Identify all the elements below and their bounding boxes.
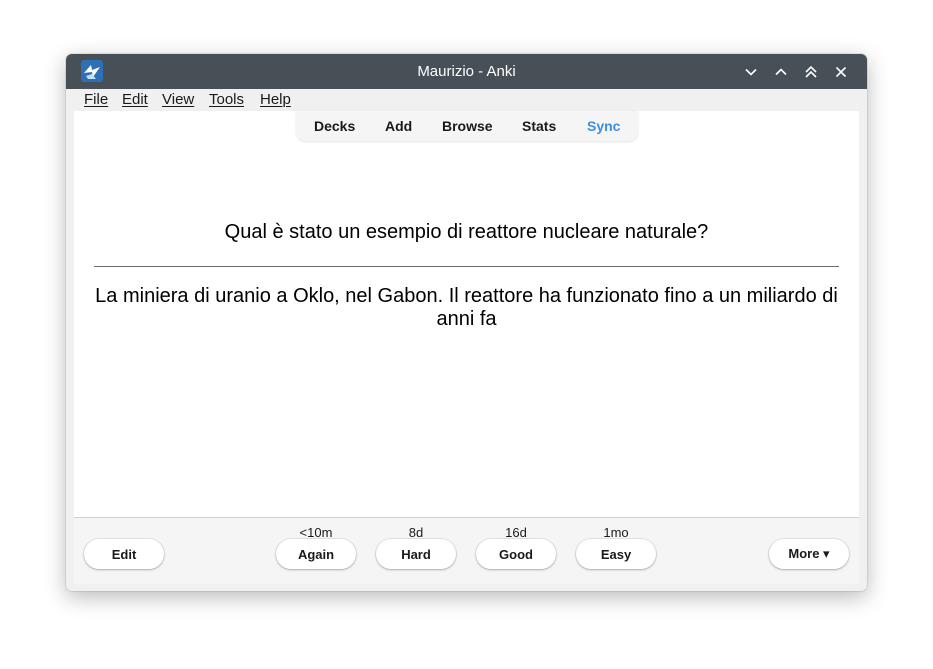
hard-interval: 8d (408, 525, 424, 540)
toolbar-browse[interactable]: Browse (442, 118, 493, 134)
easy-button[interactable]: Easy (576, 539, 656, 569)
reviewer-area: Decks Add Browse Stats Sync Qual è stato… (74, 111, 859, 517)
menu-file[interactable]: File (84, 91, 108, 108)
maximize-button[interactable] (770, 61, 792, 83)
keep-above-button[interactable] (800, 61, 822, 83)
chevron-up-icon (775, 68, 787, 76)
easy-interval: 1mo (603, 525, 629, 540)
chevron-down-icon (745, 68, 757, 76)
menu-view[interactable]: View (162, 91, 194, 108)
close-button[interactable] (830, 61, 852, 83)
title-bar[interactable]: Maurizio - Anki (66, 54, 867, 89)
toolbar-sync[interactable]: Sync (587, 118, 620, 134)
toolbar-decks[interactable]: Decks (314, 118, 355, 134)
menu-tools[interactable]: Tools (209, 91, 244, 108)
card-answer: La miniera di uranio a Oklo, nel Gabon. … (95, 285, 838, 330)
card-question: Qual è stato un esempio di reattore nucl… (224, 221, 709, 243)
toolbar-add[interactable]: Add (385, 118, 412, 134)
menu-help[interactable]: Help (260, 91, 291, 108)
good-interval: 16d (505, 525, 527, 540)
menu-bar: File Edit View Tools Help (66, 89, 867, 111)
edit-button[interactable]: Edit (84, 539, 164, 569)
main-toolbar: Decks Add Browse Stats Sync (296, 111, 638, 141)
minimize-button[interactable] (740, 61, 762, 83)
toolbar-stats[interactable]: Stats (522, 118, 556, 134)
double-chevron-up-icon (805, 65, 817, 78)
again-button[interactable]: Again (276, 539, 356, 569)
good-button[interactable]: Good (476, 539, 556, 569)
hard-button[interactable]: Hard (376, 539, 456, 569)
more-button[interactable]: More ▾ (769, 539, 849, 569)
menu-edit[interactable]: Edit (122, 91, 148, 108)
answer-divider (94, 266, 839, 267)
anki-window: Maurizio - Anki File Edit View Tools Hel… (66, 54, 867, 591)
again-interval: <10m (299, 525, 333, 540)
answer-bar: Edit <10m Again 8d Hard 16d Good 1mo Eas… (74, 517, 859, 584)
close-icon (835, 66, 847, 78)
